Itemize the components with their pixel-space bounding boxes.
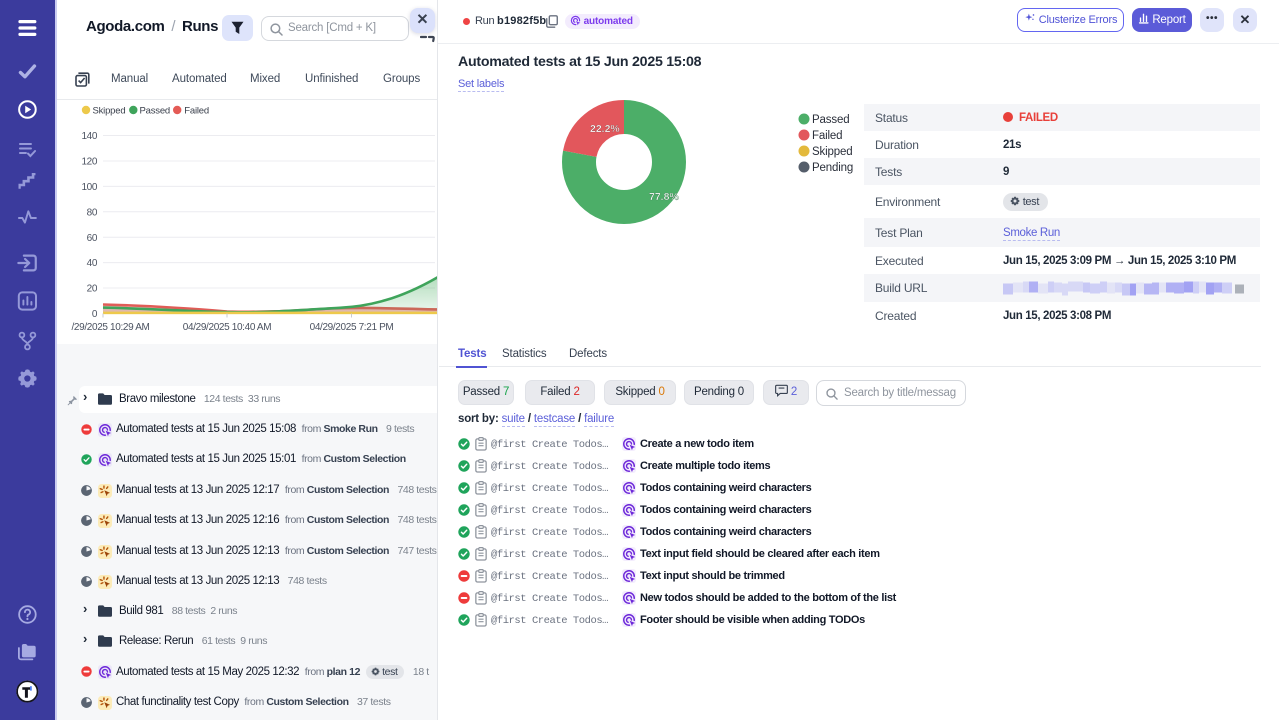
- svg-text:Failed: Failed: [812, 130, 842, 142]
- svg-text:Passed: Passed: [812, 114, 849, 126]
- svg-text:Skipped: Skipped: [812, 146, 853, 158]
- svg-text:Pending: Pending: [812, 162, 853, 174]
- svg-text:22.2%: 22.2%: [590, 123, 620, 135]
- svg-text:77.8%: 77.8%: [649, 191, 679, 203]
